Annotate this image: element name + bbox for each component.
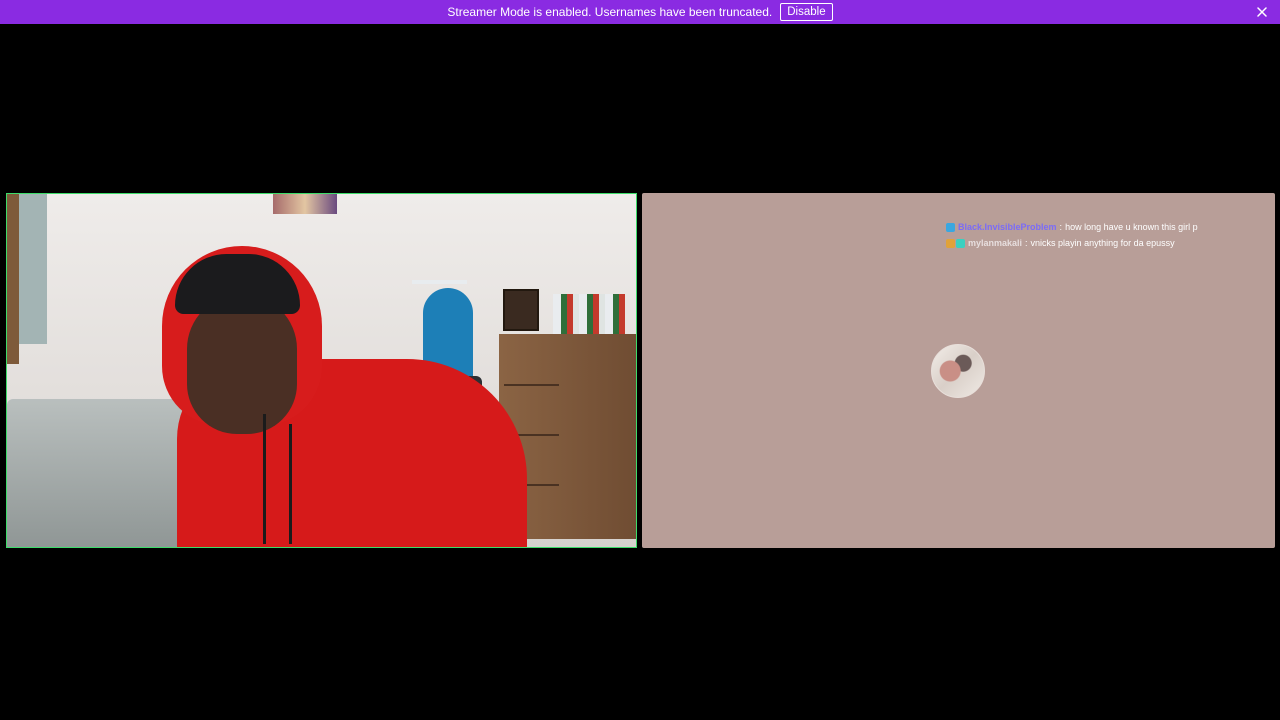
- picture-frame: [503, 289, 539, 331]
- badge-icon: [956, 238, 965, 248]
- close-icon[interactable]: [1254, 4, 1270, 20]
- window-frame: [7, 194, 19, 364]
- chat-message-text: how long have u known this girl p: [1065, 222, 1198, 232]
- disable-streamer-mode-button[interactable]: Disable: [780, 3, 833, 21]
- ironing-board-hanger: [412, 280, 467, 284]
- wall-poster: [273, 194, 337, 214]
- webcam-video-tile[interactable]: [6, 193, 637, 548]
- chat-message: mylanmakali : vnicks playin anything for…: [946, 235, 1266, 251]
- streamer-mode-banner: Streamer Mode is enabled. Usernames have…: [0, 0, 1280, 24]
- hoodie-cord: [289, 424, 292, 544]
- chat-message: Black.InvisibleProblem : how long have u…: [946, 219, 1266, 235]
- chat-message-text: vnicks playin anything for da epussy: [1030, 238, 1175, 248]
- participant-avatar: [931, 344, 985, 398]
- participant-tile[interactable]: Black.InvisibleProblem : how long have u…: [642, 193, 1275, 548]
- chat-username[interactable]: Black.InvisibleProblem: [958, 222, 1057, 232]
- chat-overlay: Black.InvisibleProblem : how long have u…: [946, 219, 1266, 251]
- dresser-drawer: [504, 384, 559, 386]
- badge-icon: [946, 238, 955, 248]
- person-face: [187, 294, 297, 434]
- streamer-mode-message: Streamer Mode is enabled. Usernames have…: [447, 5, 773, 19]
- chat-separator: :: [1059, 222, 1063, 232]
- bottles: [553, 294, 625, 334]
- chat-separator: :: [1025, 238, 1028, 248]
- badge-icon: [946, 222, 955, 232]
- chat-username[interactable]: mylanmakali: [968, 238, 1022, 248]
- hoodie-cord: [263, 414, 266, 544]
